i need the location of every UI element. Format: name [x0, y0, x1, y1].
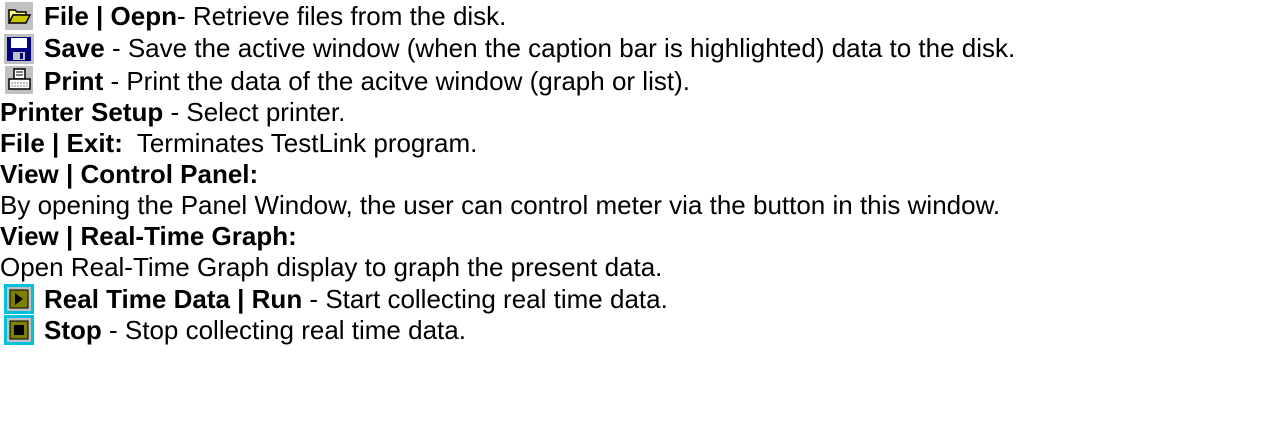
printer-icon: [4, 65, 34, 95]
help-document: File | Oepn- Retrieve files from the dis…: [0, 0, 1276, 444]
entry-term: Print: [44, 66, 104, 96]
entry-file-exit: File | Exit: Terminates TestLink program…: [0, 127, 477, 159]
entry-save: Save - Save the active window (when the …: [44, 32, 1015, 64]
entry-term: File | Exit:: [0, 128, 123, 158]
stop-icon: [4, 315, 34, 345]
folder-open-icon: [4, 1, 34, 31]
entry-term: Stop: [44, 315, 102, 345]
entry-description: Stop collecting real time data.: [124, 315, 466, 345]
entry-real-time-run: Real Time Data | Run - Start collecting …: [44, 283, 668, 315]
entry-description: Retrieve files from the disk.: [192, 1, 507, 31]
run-play-icon: [4, 284, 34, 314]
entry-term: Printer Setup: [0, 97, 164, 127]
entry-description: Select printer.: [186, 97, 346, 127]
real-time-graph-description: Open Real-Time Graph display to graph th…: [0, 251, 662, 283]
save-disk-icon: [4, 34, 34, 64]
entry-separator: -: [302, 284, 326, 314]
entry-print: Print - Print the data of the acitve win…: [44, 65, 690, 97]
entry-description: Save the active window (when the caption…: [127, 33, 1016, 63]
entry-description: Open Real-Time Graph display to graph th…: [0, 252, 663, 282]
entry-separator: -: [101, 315, 125, 345]
entry-separator: -: [103, 66, 127, 96]
entry-description: Start collecting real time data.: [325, 284, 668, 314]
entry-file-open: File | Oepn- Retrieve files from the dis…: [44, 0, 506, 32]
entry-term: View | Control Panel:: [0, 159, 259, 189]
entry-separator: -: [104, 33, 128, 63]
entry-term: Real Time Data | Run: [44, 284, 303, 314]
entry-description: Terminates TestLink program.: [136, 128, 478, 158]
entry-term: File | Oepn: [44, 1, 177, 31]
control-panel-description: By opening the Panel Window, the user ca…: [0, 189, 1000, 221]
entry-view-control-panel: View | Control Panel:: [0, 158, 258, 190]
entry-stop: Stop - Stop collecting real time data.: [44, 314, 466, 346]
entry-view-real-time-graph: View | Real-Time Graph:: [0, 220, 297, 252]
entry-separator: -: [176, 1, 193, 31]
entry-description: By opening the Panel Window, the user ca…: [0, 190, 1001, 220]
entry-separator: [123, 128, 137, 158]
entry-description: Print the data of the acitve window (gra…: [126, 66, 690, 96]
entry-term: Save: [44, 33, 105, 63]
entry-separator: -: [163, 97, 187, 127]
entry-term: View | Real-Time Graph:: [0, 221, 297, 251]
entry-printer-setup: Printer Setup - Select printer.: [0, 96, 345, 128]
